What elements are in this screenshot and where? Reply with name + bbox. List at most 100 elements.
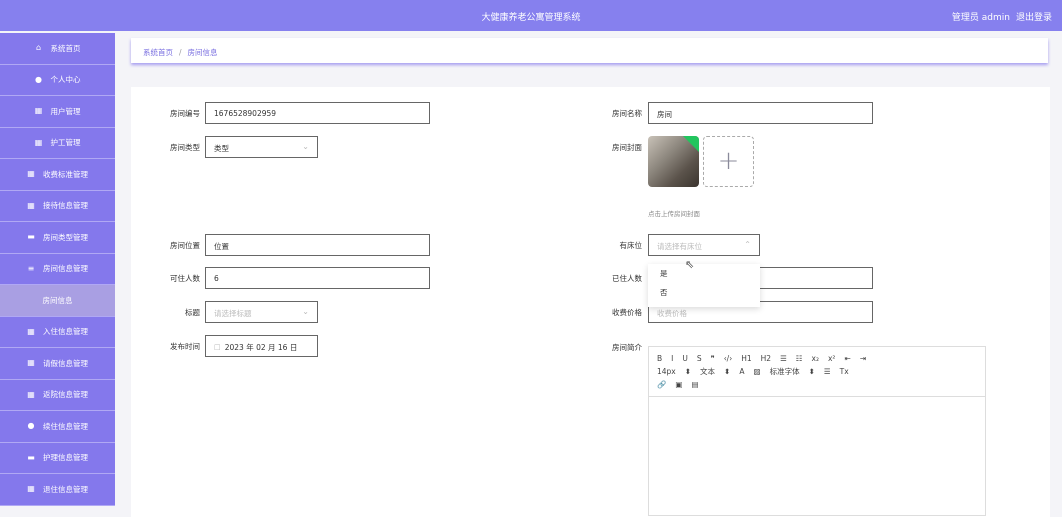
app-title: 大健康养老公寓管理系统 [481, 13, 581, 23]
chevron-down-icon: ⌄ [302, 142, 309, 151]
breadcrumb-separator: / [179, 48, 182, 57]
editor-tool-button[interactable]: Tx [840, 367, 849, 376]
editor-tool-button[interactable]: A [739, 367, 744, 376]
editor-tool-button[interactable]: H1 [741, 354, 751, 363]
editor-tool-button[interactable]: ⇥ [860, 354, 866, 363]
chevron-up-icon: ⌃ [744, 240, 751, 249]
sidebar-item[interactable]: ▬ 护理信息管理 [0, 443, 115, 474]
editor-tool-button[interactable]: H2 [761, 354, 771, 363]
capacity-label: 可住人数 [170, 274, 200, 283]
editor-tool-button[interactable]: ⇤ [844, 354, 850, 363]
breadcrumb-current: 房间信息 [187, 48, 218, 57]
sidebar-item-label: 房间信息管理 [43, 264, 88, 274]
sidebar-item-label: 接待信息管理 [43, 201, 88, 211]
has-bed-select[interactable]: 请选择有床位 ⌃ [648, 234, 760, 256]
tag-select[interactable]: 请选择标题 ⌄ [205, 301, 318, 323]
sidebar-item[interactable]: ⌂ 系统首页 [0, 33, 115, 65]
sidebar-item[interactable]: ▦ 请假信息管理 [0, 348, 115, 380]
room-no-label: 房间编号 [170, 109, 200, 118]
publish-date-picker[interactable]: ☐ 2023 年 02 月 16 日 [205, 335, 318, 357]
editor-tool-button[interactable]: U [682, 354, 688, 363]
calendar-icon: ☐ [214, 343, 221, 352]
sidebar-item-label: 护理信息管理 [43, 453, 88, 463]
has-bed-placeholder: 请选择有床位 [657, 242, 702, 251]
capacity-input[interactable]: 6 [205, 267, 430, 289]
editor-tool-button[interactable]: ☷ [796, 354, 803, 363]
room-name-input[interactable]: 房间 [648, 102, 873, 124]
editor-tool-button[interactable]: 标准字体 [770, 367, 800, 376]
editor-tool-button[interactable]: B [657, 354, 662, 363]
sidebar-item[interactable]: ▦ 护工管理 [0, 128, 115, 159]
editor-tool-button[interactable]: I [671, 354, 673, 363]
room-type-label: 房间类型 [170, 143, 200, 152]
editor-tool-button[interactable]: 文本 [700, 367, 715, 376]
sidebar-item[interactable]: ▦ 入住信息管理 [0, 317, 115, 348]
dropdown-option-no[interactable]: 否 [648, 283, 760, 302]
location-input[interactable]: 位置 [205, 234, 430, 256]
editor-tool-button[interactable]: ▤ [691, 380, 698, 389]
editor-tool-button[interactable]: ⬍ [685, 367, 691, 376]
editor-tool-button[interactable]: ▨ [753, 367, 760, 376]
price-label: 收费价格 [612, 308, 642, 317]
sidebar-item-label: 收费标准管理 [43, 169, 88, 179]
cover-image-thumbnail[interactable] [648, 136, 699, 187]
home-icon: ⌂ [35, 43, 42, 53]
rich-text-editor[interactable]: B I U S ❞ ‹/› H1 H2 ☰ ☷ x₂ x² ⇤ ⇥ 14px ⬍ 文本 ⬍ A ▨ 标准字体 ⬍ ☰ Tx 🔗 ▣… [648, 346, 986, 516]
editor-tool-button[interactable]: ⬍ [724, 367, 730, 376]
editor-tool-button[interactable]: ‹/› [724, 354, 733, 363]
logout-link[interactable]: 退出登录 [1016, 13, 1052, 23]
mouse-cursor-icon: ⇖ [685, 258, 695, 271]
room-no-input[interactable]: 1676528902959 [205, 102, 430, 124]
sidebar-item-label: 返院信息管理 [43, 390, 88, 400]
grid-icon: ▦ [34, 137, 43, 147]
user-icon: ● [35, 74, 42, 84]
tag-label: 标题 [185, 308, 200, 317]
sidebar-item[interactable]: ▦ 返院信息管理 [0, 380, 115, 411]
editor-toolbar: B I U S ❞ ‹/› H1 H2 ☰ ☷ x₂ x² ⇤ ⇥ 14px ⬍ 文本 ⬍ A ▨ 标准字体 ⬍ ☰ Tx 🔗 ▣… [649, 347, 985, 397]
admin-user[interactable]: 管理员 admin [952, 13, 1010, 23]
room-name-label: 房间名称 [612, 109, 642, 118]
sidebar: ⌂ 系统首页 ● 个人中心 ▦ 用户管理 ▦ 护工管理 ▦ 收费标准管理 ▦ 接待信息管理 ▬ 房间类型管… [0, 33, 115, 506]
sidebar-item[interactable]: ● 续住信息管理 [0, 411, 115, 443]
sidebar-item[interactable]: ▦ 收费标准管理 [0, 159, 115, 191]
editor-tool-button[interactable]: ⬍ [809, 367, 815, 376]
grid-icon: ▦ [27, 484, 35, 494]
breadcrumb-home[interactable]: 系统首页 [143, 48, 173, 57]
editor-tool-button[interactable]: x² [828, 354, 835, 363]
chevron-down-icon: ⌄ [302, 307, 309, 316]
room-type-select[interactable]: 类型 ⌄ [205, 136, 318, 158]
briefcase-icon: ▬ [27, 232, 35, 242]
sidebar-item-label: 用户管理 [50, 106, 81, 116]
editor-tool-button[interactable]: ☰ [780, 354, 787, 363]
sidebar-item-label: 退住信息管理 [43, 484, 88, 494]
sidebar-item-label: 入住信息管理 [43, 327, 88, 337]
grid-icon: ▦ [27, 200, 35, 210]
sidebar-item-label: 请假信息管理 [43, 358, 88, 368]
table-icon: ▦ [27, 358, 35, 368]
sidebar-item[interactable]: 房间信息 [0, 285, 115, 317]
sidebar-item[interactable]: ● 个人中心 [0, 65, 115, 96]
sidebar-item[interactable]: ▦ 退住信息管理 [0, 474, 115, 506]
sidebar-item[interactable]: ▬ 房间类型管理 [0, 222, 115, 254]
cover-hint: 点击上传房间封面 [648, 210, 700, 218]
plus-icon: + [717, 146, 740, 176]
editor-tool-button[interactable]: ❞ [711, 354, 715, 363]
sidebar-item-label: 系统首页 [50, 43, 81, 53]
breadcrumb: 系统首页 / 房间信息 [131, 38, 1048, 63]
sidebar-item[interactable]: ≡ 房间信息管理 [0, 254, 115, 285]
occupied-label: 已住人数 [612, 274, 642, 283]
upload-add-button[interactable]: + [703, 136, 754, 187]
list-icon: ≡ [27, 263, 35, 273]
editor-tool-button[interactable]: 🔗 [657, 380, 666, 389]
sidebar-item-label: 房间类型管理 [43, 232, 88, 242]
editor-tool-button[interactable]: x₂ [812, 354, 819, 363]
sidebar-item[interactable]: ▦ 用户管理 [0, 96, 115, 128]
sidebar-item[interactable]: ▦ 接待信息管理 [0, 191, 115, 222]
editor-tool-button[interactable]: ☰ [824, 367, 831, 376]
grid-icon: ▦ [34, 106, 43, 116]
editor-tool-button[interactable]: ▣ [675, 380, 682, 389]
editor-tool-button[interactable]: S [697, 354, 702, 363]
editor-tool-button[interactable]: 14px [657, 367, 676, 376]
sidebar-item-label: 个人中心 [50, 75, 81, 85]
dropdown-option-yes[interactable]: 是 [648, 264, 760, 283]
